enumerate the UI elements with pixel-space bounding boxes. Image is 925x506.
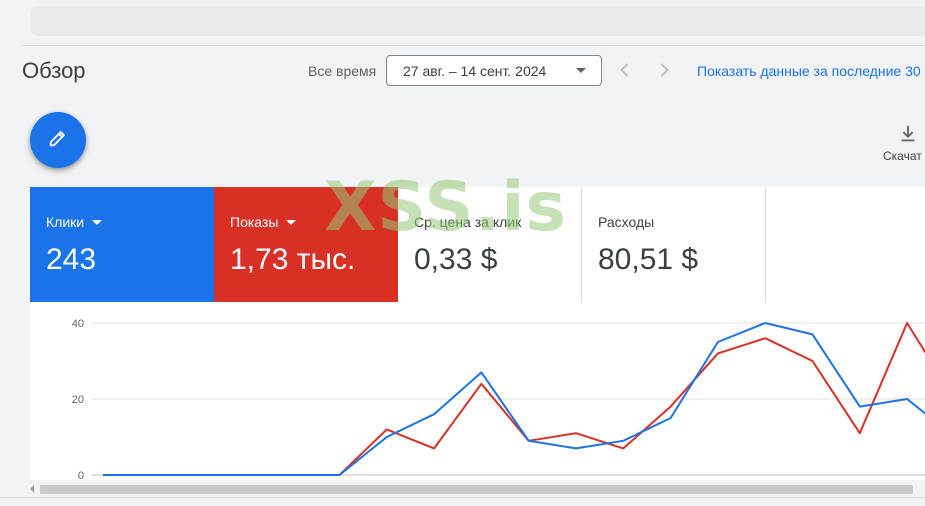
date-range-picker[interactable]: 27 авг. – 14 сент. 2024 — [386, 55, 602, 86]
metric-label: Показы — [230, 214, 279, 230]
metric-label: Ср. цена за клик — [414, 214, 522, 230]
y-tick-label: 40 — [72, 318, 84, 330]
metric-value: 80,51 $ — [598, 243, 699, 276]
metric-label: Расходы — [598, 214, 655, 230]
scrollbar-thumb[interactable] — [40, 485, 913, 494]
download-icon — [883, 125, 919, 149]
dropdown-arrow-icon[interactable] — [286, 219, 297, 225]
chart-svg: 0 20 40 — [72, 318, 925, 482]
dropdown-arrow-icon[interactable] — [92, 219, 103, 225]
metric-tab-avg-cpc[interactable]: Ср. цена за клик 0,33 $ — [398, 187, 582, 302]
metric-tab-clicks[interactable]: Клики 243 — [30, 187, 214, 302]
scroll-left-arrow-icon[interactable] — [30, 485, 34, 493]
y-tick-label: 0 — [78, 470, 84, 480]
metric-tab-empty — [766, 187, 925, 302]
performance-chart: 0 20 40 — [30, 302, 925, 482]
edit-button[interactable] — [30, 112, 86, 168]
metric-tab-cost[interactable]: Расходы 80,51 $ — [582, 187, 766, 302]
date-range-value: 27 авг. – 14 сент. 2024 — [403, 62, 547, 79]
horizontal-scrollbar[interactable] — [30, 482, 925, 495]
chevron-down-icon — [576, 68, 586, 73]
download-button[interactable] — [883, 123, 925, 150]
metric-tab-impressions[interactable]: Показы 1,73 тыс. — [214, 187, 398, 302]
chevron-right-icon[interactable] — [654, 60, 674, 80]
search-bar[interactable] — [30, 6, 925, 36]
chevron-left-icon[interactable] — [615, 60, 635, 80]
header-divider — [22, 45, 925, 46]
download-label[interactable]: Скачат — [883, 149, 922, 163]
metric-value: 243 — [46, 243, 97, 276]
metric-value: 0,33 $ — [414, 243, 498, 276]
metric-label: Клики — [46, 214, 85, 230]
range-label: Все время — [308, 63, 377, 79]
last-30-days-link[interactable]: Показать данные за последние 30 — [697, 63, 921, 79]
bottom-divider — [0, 497, 925, 498]
metric-value: 1,73 тыс. — [230, 243, 356, 276]
pencil-icon — [47, 127, 69, 154]
y-tick-label: 20 — [72, 394, 84, 406]
page-title: Обзор — [22, 58, 86, 83]
